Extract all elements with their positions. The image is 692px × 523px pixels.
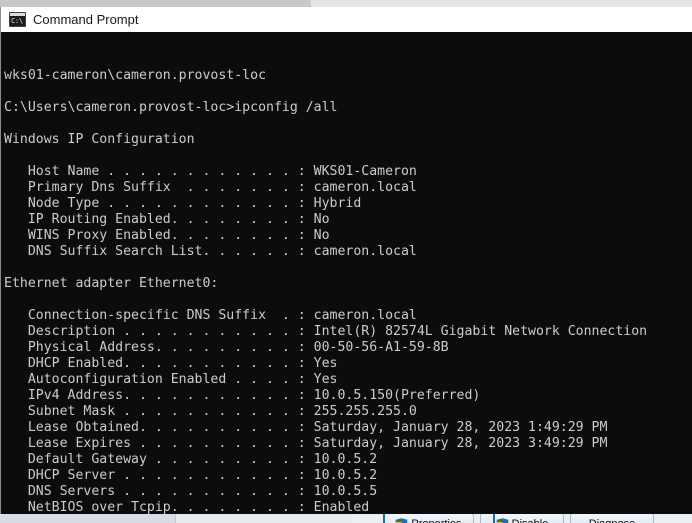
command-prompt-icon: ··· C:\ — [9, 12, 26, 27]
console-line: IP Routing Enabled. . . . . . . . : No — [4, 212, 330, 227]
console-line: Ethernet adapter Ethernet0: — [4, 276, 219, 291]
console-line: wks01-cameron\cameron.provost-loc — [4, 68, 267, 83]
console-line: Node Type . . . . . . . . . . . . : Hybr… — [4, 196, 362, 211]
console-line: IPv4 Address. . . . . . . . . . . : 10.0… — [4, 388, 481, 403]
diagnose-button[interactable]: Diagnose — [570, 513, 654, 523]
console-line: Connection-specific DNS Suffix . : camer… — [4, 308, 417, 323]
console-line: DNS Suffix Search List. . . . . . : came… — [4, 244, 417, 259]
console-line: Windows IP Configuration — [4, 132, 195, 147]
console-text-buffer: wks01-cameron\cameron.provost-loc C:\User… — [4, 68, 692, 514]
background-window-button-row: Properties Disable Diagnose — [383, 513, 692, 523]
window-title: Command Prompt — [33, 11, 139, 27]
console-line: Lease Expires . . . . . . . . . . : Satu… — [4, 436, 608, 451]
title-bar[interactable]: ··· C:\ Command Prompt — [1, 7, 692, 32]
console-line: Primary Dns Suffix . . . . . . . : camer… — [4, 180, 417, 195]
uac-shield-icon — [496, 517, 509, 523]
console-line: Autoconfiguration Enabled . . . . : Yes — [4, 372, 338, 387]
console-line: DNS Servers . . . . . . . . . . . : 10.0… — [4, 484, 378, 499]
console-line: WINS Proxy Enabled. . . . . . . . : No — [4, 228, 330, 243]
console-line: DHCP Enabled. . . . . . . . . . . : Yes — [4, 356, 338, 371]
console-line: C:\Users\cameron.provost-loc>ipconfig /a… — [4, 100, 338, 115]
console-line: DHCP Server . . . . . . . . . . . : 10.0… — [4, 468, 378, 483]
background-window-bottom-mid-pane — [175, 514, 352, 523]
console-line: Host Name . . . . . . . . . . . . : WKS0… — [4, 164, 417, 179]
console-line: Default Gateway . . . . . . . . . : 10.0… — [4, 452, 378, 467]
uac-shield-icon — [395, 517, 408, 523]
icon-prompt-glyph: C:\ — [11, 17, 23, 25]
console-line: Subnet Mask . . . . . . . . . . . : 255.… — [4, 404, 417, 419]
disable-button-label: Disable — [512, 518, 549, 523]
background-window-bottom-left-pane — [0, 514, 175, 523]
properties-button[interactable]: Properties — [383, 513, 474, 523]
console-line: Physical Address. . . . . . . . . : 00-5… — [4, 340, 449, 355]
console-line: Description . . . . . . . . . . . : Inte… — [4, 324, 648, 339]
properties-button-label: Properties — [411, 518, 461, 523]
command-prompt-window: ··· C:\ Command Prompt wks01-cameron\cam… — [0, 7, 692, 514]
console-line: NetBIOS over Tcpip. . . . . . . . : Enab… — [4, 500, 370, 514]
background-focus-marker-2 — [493, 513, 495, 523]
console-line: Lease Obtained. . . . . . . . . . : Satu… — [4, 420, 608, 435]
diagnose-button-label: Diagnose — [589, 518, 635, 523]
background-focus-marker-1 — [383, 513, 385, 523]
console-output-area[interactable]: wks01-cameron\cameron.provost-loc C:\User… — [1, 32, 692, 514]
